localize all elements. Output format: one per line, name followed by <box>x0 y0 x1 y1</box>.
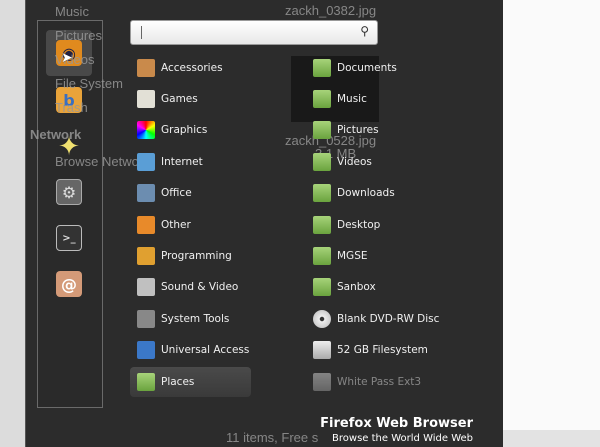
place-mgse[interactable]: MGSE <box>313 244 368 268</box>
folder-icon <box>313 59 331 77</box>
bg-browse-network: Browse Network <box>55 154 150 169</box>
category-label: Internet <box>161 156 203 168</box>
category-icon <box>137 310 155 328</box>
category-label: System Tools <box>161 313 230 325</box>
place-label: 52 GB Filesystem <box>337 344 428 356</box>
category-accessories[interactable]: Accessories <box>137 56 223 80</box>
favorite-ubuntu-one[interactable]: @ <box>46 261 92 307</box>
category-icon <box>137 216 155 234</box>
category-label: Universal Access <box>161 344 250 356</box>
ubuntu-one-icon: @ <box>56 271 82 297</box>
category-internet[interactable]: Internet <box>137 150 203 174</box>
bg-sidebar-pictures: Pictures <box>55 28 102 43</box>
place-label: Documents <box>337 62 397 74</box>
text-caret <box>141 26 142 39</box>
place-label: Blank DVD-RW Disc <box>337 313 440 325</box>
background-right-pane <box>503 0 600 430</box>
category-other[interactable]: Other <box>137 213 191 237</box>
bg-sidebar-filesystem: File System <box>55 76 123 91</box>
category-universal-access[interactable]: Universal Access <box>137 338 249 362</box>
category-label: Graphics <box>161 124 208 136</box>
folder-icon <box>313 153 331 171</box>
category-programming[interactable]: Programming <box>137 244 232 268</box>
place-music[interactable]: Music <box>313 87 367 111</box>
place-documents[interactable]: Documents <box>313 56 397 80</box>
place-label: Music <box>337 93 367 105</box>
category-icon <box>137 184 155 202</box>
category-label: Other <box>161 219 191 231</box>
category-places[interactable]: Places <box>137 370 194 394</box>
category-icon <box>137 59 155 77</box>
category-label: Sound & Video <box>161 281 239 293</box>
settings-icon: ⚙ <box>56 179 82 205</box>
category-label: Office <box>161 187 192 199</box>
search-icon[interactable]: ⚲ <box>360 24 369 38</box>
terminal-icon: >_ <box>56 225 82 251</box>
place-blank-dvd-rw-disc[interactable]: Blank DVD-RW Disc <box>313 307 439 331</box>
app-description-title: Firefox Web Browser <box>320 416 473 431</box>
place-downloads[interactable]: Downloads <box>313 181 395 205</box>
folder-icon <box>313 278 331 296</box>
disc-icon <box>313 310 331 328</box>
place-sanbox[interactable]: Sanbox <box>313 275 376 299</box>
place-label: Pictures <box>337 124 379 136</box>
category-sound-video[interactable]: Sound & Video <box>137 275 238 299</box>
place-label: Desktop <box>337 219 381 231</box>
folder-icon <box>313 121 331 139</box>
bg-sidebar-music: Music <box>55 4 89 19</box>
category-label: Programming <box>161 250 232 262</box>
category-icon <box>137 278 155 296</box>
category-icon <box>137 373 155 391</box>
favorite-system-monitor[interactable]: ⚙ <box>46 169 92 215</box>
place-label: White Pass Ext3 <box>337 376 422 388</box>
folder-icon <box>313 90 331 108</box>
place-videos[interactable]: Videos <box>313 150 372 174</box>
place-label: Videos <box>337 156 372 168</box>
category-icon <box>137 90 155 108</box>
folder-icon <box>313 247 331 265</box>
place-white-pass-ext3[interactable]: White Pass Ext3 <box>313 370 421 394</box>
category-graphics[interactable]: Graphics <box>137 118 207 142</box>
bg-network-heading: Network <box>30 127 82 142</box>
place-label: MGSE <box>337 250 368 262</box>
background-statusbar <box>503 430 600 447</box>
category-icon <box>137 153 155 171</box>
place-desktop[interactable]: Desktop <box>313 213 380 237</box>
category-icon <box>137 121 155 139</box>
mouse-cursor-icon: ➤ <box>61 50 73 66</box>
category-label: Places <box>161 376 195 388</box>
category-games[interactable]: Games <box>137 87 198 111</box>
category-office[interactable]: Office <box>137 181 192 205</box>
place-52-gb-filesystem[interactable]: 52 GB Filesystem <box>313 338 428 362</box>
category-icon <box>137 341 155 359</box>
favorite-terminal[interactable]: >_ <box>46 215 92 261</box>
drive-icon <box>313 373 331 391</box>
place-pictures[interactable]: Pictures <box>313 118 379 142</box>
search-input[interactable]: ⚲ <box>130 20 378 45</box>
place-label: Sanbox <box>337 281 376 293</box>
app-description-subtitle: Browse the World Wide Web <box>332 433 473 444</box>
bg-sidebar-trash: Trash <box>55 100 88 115</box>
category-system-tools[interactable]: System Tools <box>137 307 229 331</box>
bg-status: 11 items, Free s <box>226 430 319 445</box>
category-label: Accessories <box>161 62 223 74</box>
drive-icon <box>313 341 331 359</box>
folder-icon <box>313 216 331 234</box>
category-icon <box>137 247 155 265</box>
place-label: Downloads <box>337 187 395 199</box>
folder-icon <box>313 184 331 202</box>
bg-file-1: zackh_0382.jpg <box>285 3 377 18</box>
category-label: Games <box>161 93 198 105</box>
